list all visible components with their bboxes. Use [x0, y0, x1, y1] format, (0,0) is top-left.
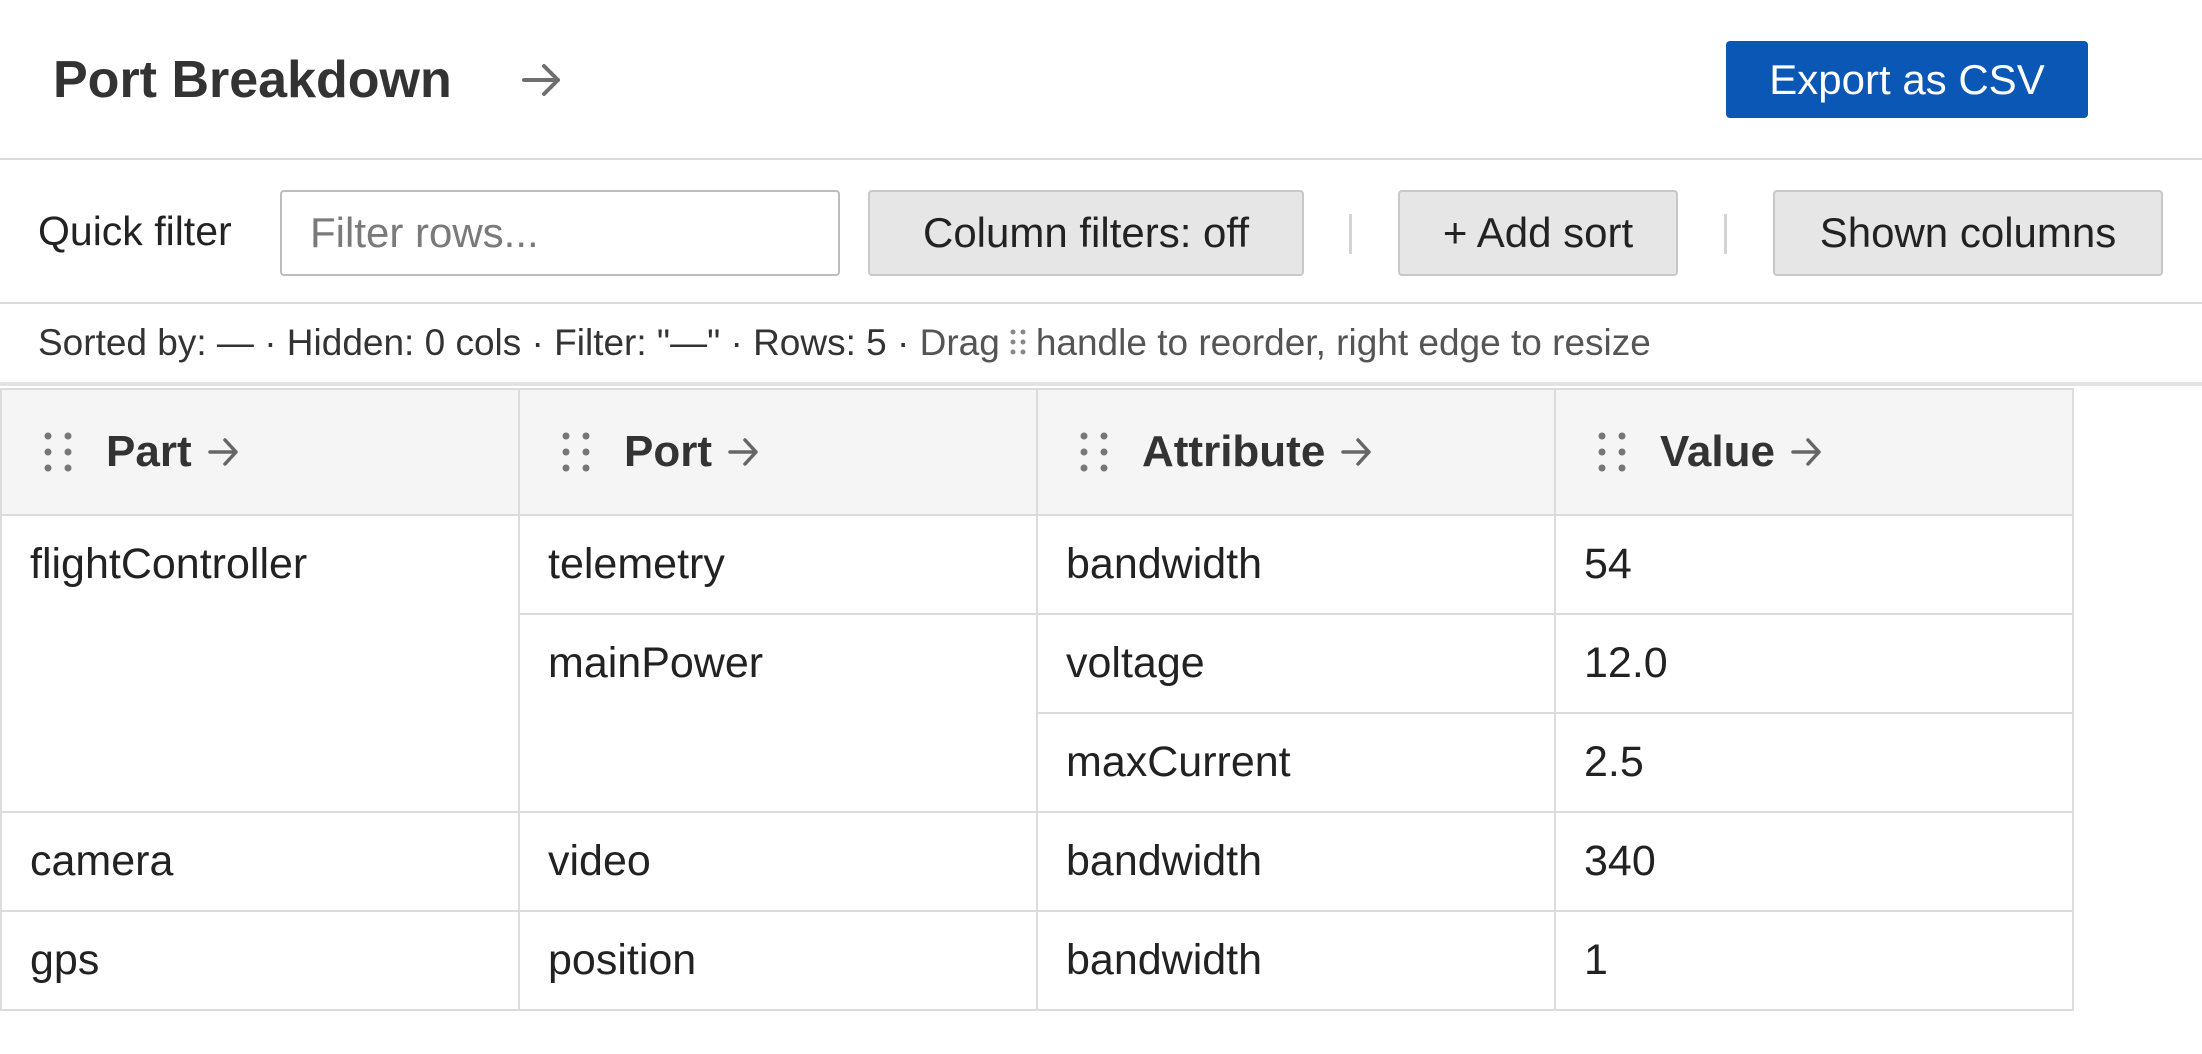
arrow-right-icon[interactable]	[520, 56, 564, 104]
column-filters-toggle-button[interactable]: Column filters: off	[868, 190, 1304, 276]
port-table: Part Port Attribute Value flightControll…	[0, 388, 2074, 1011]
cell-attribute: maxCurrent	[1036, 712, 1556, 813]
column-header-port[interactable]: Port	[518, 388, 1038, 516]
status-hint-post: handle to reorder, right edge to resize	[1035, 322, 1651, 363]
quick-filter-label: Quick filter	[38, 208, 232, 254]
status-text: Sorted by: — · Hidden: 0 cols · Filter: …	[38, 320, 1651, 366]
column-header-label: Port	[624, 427, 712, 476]
cell-port: video	[518, 811, 1038, 912]
toolbar-separator	[1349, 214, 1352, 254]
table-row: gps position bandwidth 1	[0, 910, 2074, 1011]
column-header-label: Value	[1660, 427, 1775, 476]
cell-port: mainPower	[518, 613, 1038, 813]
cell-attribute: voltage	[1036, 613, 1556, 714]
cell-attribute: bandwidth	[1036, 910, 1556, 1011]
toolbar-separator	[1724, 214, 1727, 254]
arrow-right-icon[interactable]	[726, 432, 762, 472]
column-header-label: Attribute	[1142, 427, 1326, 476]
toolbar: Quick filter Column filters: off + Add s…	[0, 162, 2202, 304]
drag-handle-icon	[1010, 329, 1026, 355]
cell-value: 54	[1554, 514, 2074, 615]
page-header: Port Breakdown Export as CSV	[0, 0, 2202, 160]
add-sort-button[interactable]: + Add sort	[1398, 190, 1678, 276]
arrow-right-icon[interactable]	[206, 432, 242, 472]
cell-attribute: bandwidth	[1036, 811, 1556, 912]
column-header-value[interactable]: Value	[1554, 388, 2074, 516]
status-summary: Sorted by: — · Hidden: 0 cols · Filter: …	[38, 322, 920, 363]
drag-handle-icon[interactable]	[1076, 429, 1112, 475]
arrow-right-icon[interactable]	[1789, 432, 1825, 472]
table-header-row: Part Port Attribute Value	[0, 388, 2074, 516]
drag-handle-icon[interactable]	[558, 429, 594, 475]
page-title: Port Breakdown	[53, 51, 452, 109]
cell-value: 1	[1554, 910, 2074, 1011]
column-header-part[interactable]: Part	[0, 388, 520, 516]
export-csv-button[interactable]: Export as CSV	[1726, 41, 2088, 118]
drag-handle-icon[interactable]	[1594, 429, 1630, 475]
status-bar: Sorted by: — · Hidden: 0 cols · Filter: …	[0, 304, 2202, 386]
column-header-attribute[interactable]: Attribute	[1036, 388, 1556, 516]
drag-handle-icon[interactable]	[40, 429, 76, 475]
port-breakdown-app: Port Breakdown Export as CSV Quick filte…	[0, 0, 2202, 1054]
cell-attribute: bandwidth	[1036, 514, 1556, 615]
table-row: camera video bandwidth 340	[0, 811, 2074, 912]
cell-port: telemetry	[518, 514, 1038, 615]
quick-filter-input[interactable]	[280, 190, 840, 276]
cell-part: flightController	[0, 514, 520, 813]
cell-part: camera	[0, 811, 520, 912]
table-row: flightController telemetry bandwidth 54	[0, 514, 2074, 813]
shown-columns-button[interactable]: Shown columns	[1773, 190, 2163, 276]
cell-port: position	[518, 910, 1038, 1011]
cell-value: 12.0	[1554, 613, 2074, 714]
cell-value: 340	[1554, 811, 2074, 912]
column-header-label: Part	[106, 427, 192, 476]
cell-value: 2.5	[1554, 712, 2074, 813]
status-hint-pre: Drag	[919, 322, 1000, 363]
arrow-right-icon[interactable]	[1339, 432, 1375, 472]
cell-part: gps	[0, 910, 520, 1011]
